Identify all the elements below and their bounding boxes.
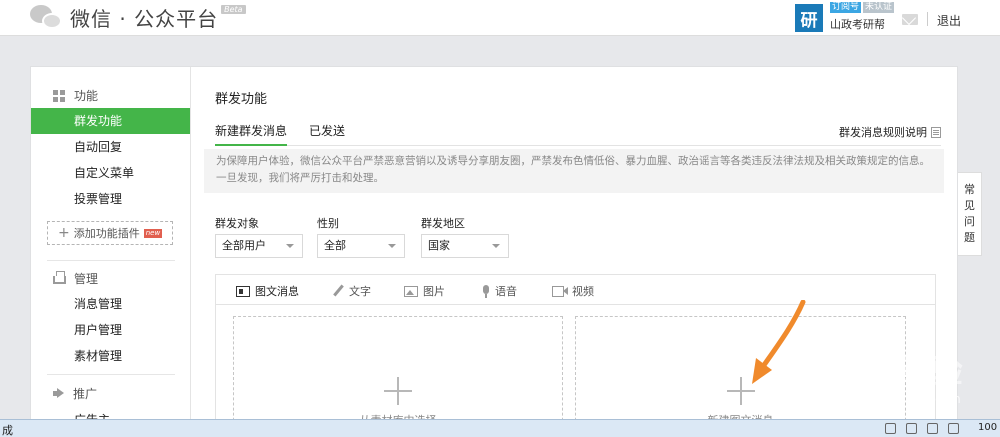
tab-label: 视频 [572,285,594,298]
sidebar-item-mass-send[interactable]: 群发功能 [31,108,190,134]
region-select-value: 国家 [428,239,450,252]
tab-voice[interactable]: 语音 [482,283,517,299]
filter-label-target: 群发对象 [215,217,259,230]
zoom-level[interactable]: 100 [978,422,997,433]
faq-char: 常 [964,183,975,196]
target-select[interactable]: 全部用户 [215,234,303,258]
sidebar-section-manage: 管理 [53,270,98,287]
rules-link-label: 群发消息规则说明 [839,126,927,139]
caret-down-icon [286,244,294,248]
status-icons [885,423,969,434]
new-badge: new [143,228,163,238]
sidebar-item-custom-menu[interactable]: 自定义菜单 [31,160,190,186]
sidebar-divider [47,260,175,261]
tab-new-mass-message[interactable]: 新建群发消息 [215,122,288,146]
tab-label: 语音 [495,285,517,298]
megaphone-icon [53,388,65,399]
status-page-icon[interactable] [927,423,938,434]
gender-select-value: 全部 [324,239,346,252]
filter-label-region: 群发地区 [421,217,465,230]
account-name[interactable]: 山政考研帮 [830,16,885,32]
rules-link[interactable]: 群发消息规则说明 [839,124,941,140]
logout-link[interactable]: 退出 [937,12,961,29]
avatar[interactable]: 研 [795,4,823,32]
region-select[interactable]: 国家 [421,234,509,258]
tab-label: 图片 [423,285,445,298]
status-text: 成 [2,424,13,437]
grid-icon [53,90,66,102]
tab-label: 图文消息 [255,285,299,298]
sidebar-section-promo: 推广 [53,385,97,402]
sidebar-section-label: 管理 [74,272,99,286]
tab-sent[interactable]: 已发送 [309,122,345,146]
sidebar-section-function: 功能 [53,87,98,104]
mail-icon[interactable] [902,14,918,25]
tab-bar: 新建群发消息 已发送 群发消息规则说明 [215,118,941,146]
faq-char: 问 [964,215,975,228]
verify-status-tag: 未认证 [863,2,895,13]
status-zoom-icon[interactable] [948,423,959,434]
beta-badge: Beta [221,5,246,14]
news-icon [236,285,250,297]
sidebar-item-vote[interactable]: 投票管理 [31,186,190,212]
header-divider [927,12,928,26]
faq-side-tab[interactable]: 常 见 问 题 [958,172,982,256]
pen-icon [332,285,344,297]
logo-text: 微信 · 公众平台 [70,7,219,31]
sidebar: 功能 群发功能 自动回复 自定义菜单 投票管理 + 添加功能插件 new 管理 … [31,67,191,436]
wechat-logo[interactable]: 微信 · 公众平台 Beta [30,3,246,32]
policy-notice: 为保障用户体验，微信公众平台严禁恶意营销以及诱导分享朋友圈，严禁发布色情低俗、暴… [204,149,944,193]
status-shield-icon[interactable] [906,423,917,434]
caret-down-icon [388,244,396,248]
faq-char: 见 [964,199,975,212]
gender-select[interactable]: 全部 [317,234,405,258]
account-info[interactable]: 研 订阅号 未认证 山政考研帮 [795,0,895,36]
image-icon [404,285,418,297]
sidebar-section-label: 推广 [73,387,98,401]
add-plugin-label: 添加功能插件 [73,227,140,240]
tab-text[interactable]: 文字 [332,283,371,299]
document-icon [931,126,941,138]
tab-label: 文字 [349,285,371,298]
tab-news-message[interactable]: 图文消息 [236,283,299,299]
baidu-watermark: Baidu经验 [790,352,964,390]
tab-video[interactable]: 视频 [552,283,594,299]
faq-char: 题 [964,231,975,244]
sidebar-item-materials[interactable]: 素材管理 [31,343,190,369]
tab-image[interactable]: 图片 [404,283,445,299]
plus-icon [384,377,412,405]
inbox-icon [53,271,66,284]
sidebar-item-users[interactable]: 用户管理 [31,317,190,343]
sidebar-item-messages[interactable]: 消息管理 [31,291,190,317]
target-select-value: 全部用户 [222,239,266,252]
sidebar-divider [47,374,175,375]
sidebar-item-auto-reply[interactable]: 自动回复 [31,134,190,160]
select-from-library-box[interactable]: 从素材库中选择 [233,316,563,436]
sidebar-section-label: 功能 [74,89,99,103]
browser-status-bar: 成 100 [0,419,1000,437]
plus-icon: + [58,225,70,241]
wechat-logo-icon [30,4,64,31]
message-type-tabs: 图文消息 文字 图片 语音 视频 [216,275,935,305]
top-header: 微信 · 公众平台 Beta 研 订阅号 未认证 山政考研帮 退出 [0,0,1000,36]
account-type-tag: 订阅号 [830,2,862,13]
filter-label-gender: 性别 [317,217,339,230]
microphone-icon [482,284,490,298]
video-icon [552,285,568,297]
baidu-watermark-url: jingyan.baidu.com [850,392,961,406]
page-title: 群发功能 [215,92,268,107]
account-tags: 订阅号 未认证 [830,2,896,13]
add-plugin-button[interactable]: + 添加功能插件 new [47,221,173,245]
status-tray-icon[interactable] [885,423,896,434]
caret-down-icon [492,244,500,248]
